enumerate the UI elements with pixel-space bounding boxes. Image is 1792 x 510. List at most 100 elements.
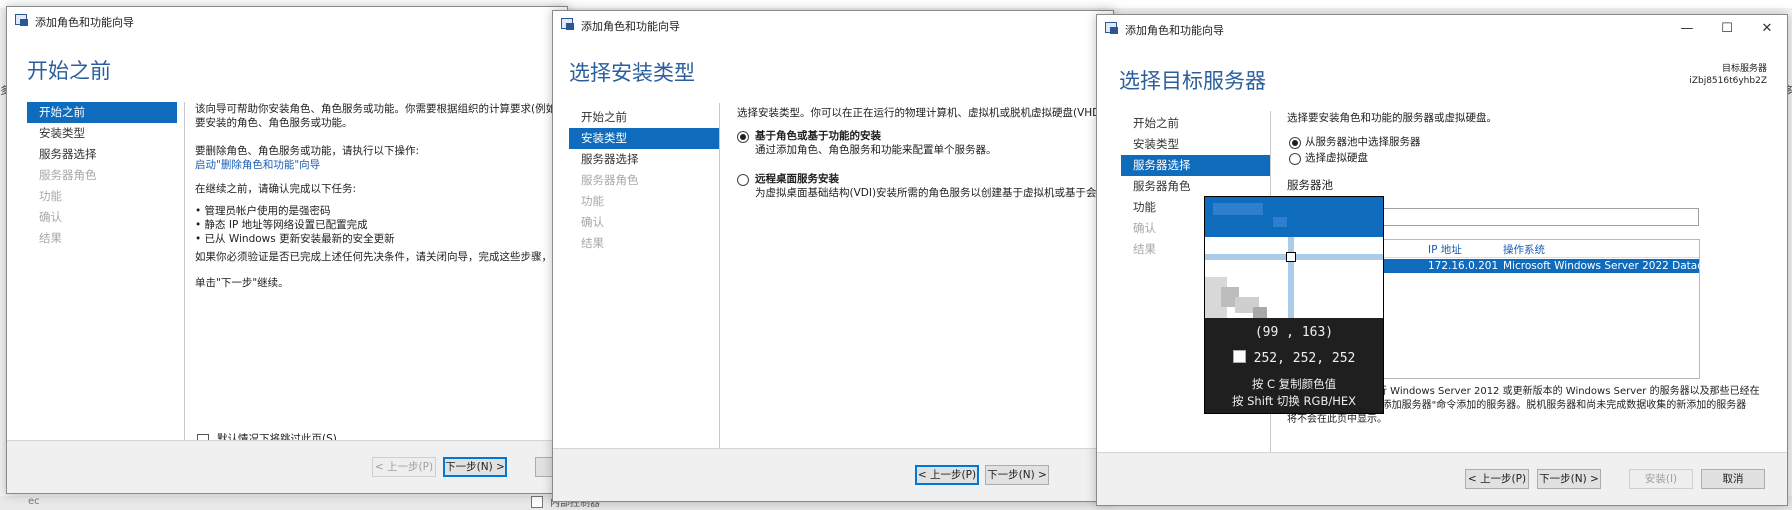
option-remote-desktop: 远程桌面服务安装 为虚拟桌面基础结构(VDI)安装所需的角色服务以创建基于虚拟机… — [755, 172, 1107, 200]
server-pool-radio[interactable] — [1289, 137, 1301, 149]
next-button[interactable]: 下一步(N) > — [443, 457, 507, 477]
color-value-row: 252, 252, 252 — [1205, 350, 1383, 366]
content-pane: 选择安装类型。你可以在正在运行的物理计算机、虚拟机或脱机虚拟硬盘(VHD — [737, 106, 1100, 120]
wizard-footer: < 上一步(P) 下一步(N) > — [7, 440, 567, 493]
server-manager-icon — [561, 18, 575, 30]
nav-divider — [184, 102, 185, 447]
remove-prompt: 要删除角色、角色服务或功能，请执行以下操作: — [195, 145, 420, 157]
color-swatch — [1232, 350, 1246, 363]
next-button[interactable]: 下一步(N) > — [985, 465, 1049, 485]
task-item: • 管理员帐户使用的是强密码 — [195, 205, 331, 217]
option-title: 远程桌面服务安装 — [755, 173, 839, 185]
install-button: 安装(I) — [1629, 469, 1693, 489]
destination-server-label: 目标服务器 — [1721, 64, 1767, 74]
server-os: Microsoft Windows Server 2022 Datacenter — [1503, 260, 1732, 272]
color-picker-overlay: (99 , 163) 252, 252, 252 按 C 复制颜色值 按 Shi… — [1204, 196, 1384, 414]
role-based-radio[interactable] — [737, 131, 749, 143]
page-title: 选择目标服务器 — [1119, 69, 1266, 93]
toggle-hint: 按 Shift 切换 RGB/HEX — [1231, 394, 1357, 408]
verify-note: 如果你必须验证是否已完成上述任何先决条件，请关闭向导，完成这些步骤，然 — [195, 251, 563, 263]
wizard-footer: < 上一步(P) 下一步(N) > — [553, 448, 1113, 501]
window-title: 添加角色和功能向导 — [35, 16, 134, 29]
wizard-footer: < 上一步(P) 下一步(N) > 安装(I) 取消 — [1097, 452, 1787, 505]
title-bar[interactable]: 添加角色和功能向导 — [7, 7, 567, 35]
cancel-button[interactable]: 取消 — [1701, 469, 1765, 489]
nav-item-before-you-begin[interactable]: 开始之前 — [1121, 113, 1271, 134]
server-manager-icon — [15, 14, 29, 26]
wizard-nav: 开始之前 安装类型 服务器选择 服务器角色 功能 确认 结果 — [569, 107, 719, 254]
desktop-bottom-left-text: ec — [28, 496, 40, 507]
close-button[interactable]: ✕ — [1747, 15, 1787, 43]
nav-item-confirmation: 确认 — [581, 215, 604, 229]
previous-button: < 上一步(P) — [372, 457, 436, 477]
intro-line-1: 该向导可帮助你安装角色、角色服务或功能。你需要根据组织的计算要求(例如 — [195, 103, 557, 115]
window-title: 添加角色和功能向导 — [1125, 24, 1224, 37]
title-bar[interactable]: 添加角色和功能向导 — [553, 11, 1113, 39]
rgb-value: 252, 252, 252 — [1253, 351, 1356, 366]
window-title: 添加角色和功能向导 — [581, 20, 680, 33]
tasks-prompt: 在继续之前，请确认完成以下任务: — [195, 183, 357, 195]
task-item: • 已从 Windows 更新安装最新的安全更新 — [195, 233, 395, 245]
copy-hint: 按 C 复制颜色值 — [1251, 377, 1337, 391]
nav-item-server-selection[interactable]: 服务器选择 — [569, 149, 719, 170]
title-bar[interactable]: 添加角色和功能向导 — ☐ ✕ — [1097, 15, 1787, 43]
destination-server: 目标服务器 iZbj8516t6yhb2Z — [1689, 63, 1767, 87]
intro-text: 选择安装类型。你可以在正在运行的物理计算机、虚拟机或脱机虚拟硬盘(VHD — [737, 107, 1101, 119]
page-title: 开始之前 — [27, 59, 111, 83]
magnifier — [1205, 197, 1383, 318]
wizard-window-installation-type[interactable]: 添加角色和功能向导 选择安装类型 开始之前 安装类型 服务器选择 服务器角色 功… — [552, 10, 1114, 502]
note-line: 将不会在此页中显示。 — [1287, 414, 1387, 425]
column-header-os[interactable]: 操作系统 — [1503, 242, 1545, 257]
option-role-based: 基于角色或基于功能的安装 通过添加角色、角色服务和功能来配置单个服务器。 — [755, 129, 997, 157]
vhd-radio-label: 选择虚拟硬盘 — [1305, 152, 1368, 164]
intro-text: 选择要安装角色和功能的服务器或虚拟硬盘。 — [1287, 111, 1497, 125]
option-title: 基于角色或基于功能的安装 — [755, 130, 881, 142]
magnified-pixel-block — [1213, 203, 1263, 215]
continue-note: 单击"下一步"继续。 — [195, 277, 289, 289]
intro-line: 选择要安装角色和功能的服务器或虚拟硬盘。 — [1287, 112, 1497, 124]
next-button[interactable]: 下一步(N) > — [1537, 469, 1601, 489]
wizard-window-before-you-begin[interactable]: 添加角色和功能向导 开始之前 开始之前 安装类型 服务器选择 服务器角色 功能 … — [6, 6, 568, 494]
nav-divider — [719, 103, 720, 448]
crosshair-center — [1286, 252, 1296, 262]
magnified-pixel-block — [1273, 217, 1287, 227]
nav-item-results: 结果 — [581, 236, 604, 250]
desktop-checkbox[interactable] — [531, 496, 543, 508]
nav-item-features: 功能 — [39, 189, 62, 203]
magnified-pixel-block — [1253, 307, 1267, 318]
nav-item-confirmation: 确认 — [39, 210, 62, 224]
server-pool-radio-label: 从服务器池中选择服务器 — [1305, 136, 1421, 148]
vhd-radio[interactable] — [1289, 153, 1301, 165]
column-header-ip[interactable]: IP 地址 — [1428, 242, 1462, 257]
nav-item-before-you-begin[interactable]: 开始之前 — [27, 102, 177, 123]
remote-desktop-radio[interactable] — [737, 174, 749, 186]
intro-line-2: 要安装的角色、角色服务或功能。 — [195, 117, 353, 129]
cursor-coordinates: (99 , 163) — [1254, 325, 1334, 340]
nav-item-server-selection[interactable]: 服务器选择 — [1121, 155, 1271, 176]
nav-item-installation-type[interactable]: 安装类型 — [27, 123, 177, 144]
task-item: • 静态 IP 地址等网络设置已配置完成 — [195, 219, 368, 231]
nav-item-before-you-begin[interactable]: 开始之前 — [569, 107, 719, 128]
server-manager-icon — [1105, 22, 1119, 34]
wizard-nav: 开始之前 安装类型 服务器选择 服务器角色 功能 确认 结果 — [27, 102, 177, 249]
nav-item-results: 结果 — [39, 231, 62, 245]
nav-item-features: 功能 — [581, 194, 604, 208]
maximize-button[interactable]: ☐ — [1707, 15, 1747, 43]
option-description: 为虚拟桌面基础结构(VDI)安装所需的角色服务以创建基于虚拟机或基于会话 — [755, 187, 1108, 199]
nav-item-server-roles[interactable]: 服务器角色 — [1121, 176, 1271, 197]
nav-item-installation-type[interactable]: 安装类型 — [569, 128, 719, 149]
destination-server-name: iZbj8516t6yhb2Z — [1689, 76, 1767, 86]
server-pool-label: 服务器池 — [1287, 178, 1333, 192]
minimize-button[interactable]: — — [1667, 15, 1707, 43]
content-pane: 该向导可帮助你安装角色、角色服务或功能。你需要根据组织的计算要求(例如 要安装的… — [195, 102, 563, 290]
nav-item-server-selection[interactable]: 服务器选择 — [27, 144, 177, 165]
previous-button[interactable]: < 上一步(P) — [915, 465, 979, 485]
wizard-window-server-selection[interactable]: 添加角色和功能向导 — ☐ ✕ 选择目标服务器 目标服务器 iZbj8516t6… — [1096, 14, 1788, 506]
nav-item-installation-type[interactable]: 安装类型 — [1121, 134, 1271, 155]
remove-roles-link[interactable]: 启动"删除角色和功能"向导 — [195, 158, 563, 172]
nav-item-server-roles: 服务器角色 — [581, 173, 639, 187]
nav-item-server-roles: 服务器角色 — [39, 168, 97, 182]
server-ip: 172.16.0.201 — [1428, 260, 1499, 272]
previous-button[interactable]: < 上一步(P) — [1465, 469, 1529, 489]
option-description: 通过添加角色、角色服务和功能来配置单个服务器。 — [755, 144, 997, 156]
